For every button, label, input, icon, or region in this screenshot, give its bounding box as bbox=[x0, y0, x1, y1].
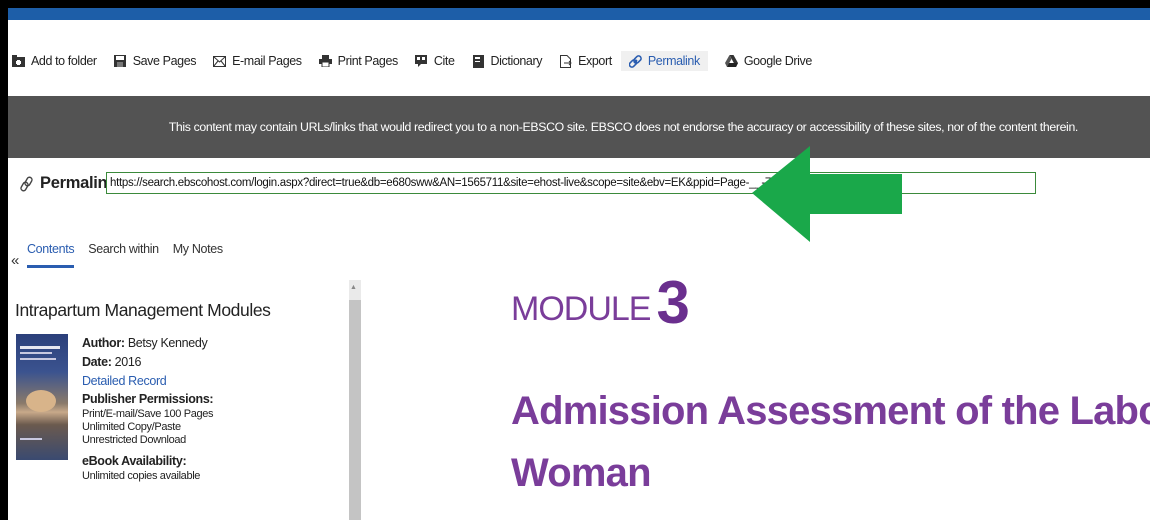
toolbar: Add to folder Save Pages E-mail Pages Pr… bbox=[8, 48, 829, 74]
export-icon bbox=[559, 54, 572, 68]
module-number: 3 bbox=[656, 269, 689, 336]
print-pages-button[interactable]: Print Pages bbox=[318, 54, 399, 68]
scroll-up-arrow-icon[interactable]: ▲ bbox=[350, 284, 357, 291]
tab-search-within[interactable]: Search within bbox=[88, 242, 159, 268]
permalink-button[interactable]: Permalink bbox=[620, 51, 708, 71]
top-brand-bar bbox=[8, 8, 1150, 20]
link-icon bbox=[20, 176, 34, 192]
dictionary-label: Dictionary bbox=[490, 54, 543, 68]
print-pages-label: Print Pages bbox=[337, 54, 399, 68]
sidebar: « Contents Search within My Notes Intrap… bbox=[8, 230, 361, 520]
save-icon bbox=[114, 55, 127, 68]
ebook-viewer: Add to folder Save Pages E-mail Pages Pr… bbox=[8, 8, 1150, 520]
author-value: Betsy Kennedy bbox=[127, 336, 208, 350]
export-button[interactable]: Export bbox=[559, 54, 612, 68]
ebook-page-content: MODULE3 Admission Assessment of the Labo… bbox=[363, 230, 1150, 520]
dictionary-button[interactable]: Dictionary bbox=[472, 54, 543, 68]
email-pages-button[interactable]: E-mail Pages bbox=[213, 54, 302, 68]
module-label: MODULE bbox=[511, 290, 651, 328]
ebook-availability-label: eBook Availability: bbox=[82, 454, 187, 468]
chapter-title: Admission Assessment of the Laboring Wom… bbox=[511, 380, 1150, 504]
external-link-notice: This content may contain URLs/links that… bbox=[8, 96, 1150, 158]
tab-contents[interactable]: Contents bbox=[27, 242, 75, 268]
google-drive-button[interactable]: Google Drive bbox=[724, 54, 813, 68]
dictionary-icon bbox=[472, 54, 485, 68]
permission-item: Unlimited Copy/Paste bbox=[82, 421, 181, 433]
export-label: Export bbox=[578, 54, 612, 68]
sidebar-scrollbar-thumb[interactable] bbox=[349, 300, 361, 520]
permission-item: Print/E-mail/Save 100 Pages bbox=[82, 408, 214, 420]
book-cover-image[interactable] bbox=[16, 334, 68, 460]
module-heading: MODULE 3 bbox=[511, 268, 690, 337]
cite-label: Cite bbox=[433, 54, 455, 68]
cite-button[interactable]: Cite bbox=[415, 54, 455, 68]
collapse-sidebar-button[interactable]: « bbox=[11, 252, 19, 269]
chapter-title-line: Admission Assessment of the Laboring bbox=[511, 389, 1150, 433]
save-pages-button[interactable]: Save Pages bbox=[114, 54, 197, 68]
detailed-record-link[interactable]: Detailed Record bbox=[82, 372, 332, 391]
google-drive-label: Google Drive bbox=[743, 54, 813, 68]
cite-icon bbox=[415, 55, 428, 68]
chapter-title-line: Woman bbox=[511, 451, 652, 495]
publisher-permissions-label: Publisher Permissions: bbox=[82, 392, 214, 406]
sidebar-tabs: Contents Search within My Notes bbox=[27, 242, 237, 268]
folder-icon bbox=[12, 55, 25, 68]
date-value: 2016 bbox=[114, 355, 142, 369]
add-to-folder-button[interactable]: Add to folder bbox=[12, 54, 97, 68]
book-title: Intrapartum Management Modules bbox=[15, 300, 271, 320]
notice-text: This content may contain URLs/links that… bbox=[168, 120, 1079, 134]
permission-item: Unrestricted Download bbox=[82, 434, 186, 446]
permalink-toolbar-label: Permalink bbox=[647, 54, 700, 68]
email-icon bbox=[213, 55, 227, 68]
save-pages-label: Save Pages bbox=[132, 54, 197, 68]
ebook-availability-value: Unlimited copies available bbox=[82, 470, 201, 482]
print-icon bbox=[318, 55, 332, 68]
permalink-panel: Permalink bbox=[8, 158, 1150, 230]
book-metadata: Author: Betsy Kennedy Date: 2016 Detaile… bbox=[82, 334, 332, 483]
date-label: Date: bbox=[82, 355, 112, 369]
tab-my-notes[interactable]: My Notes bbox=[173, 242, 223, 268]
link-icon bbox=[628, 54, 642, 68]
add-to-folder-label: Add to folder bbox=[31, 54, 97, 68]
date-row: Date: 2016 bbox=[82, 353, 332, 372]
author-label: Author: bbox=[82, 336, 125, 350]
google-drive-icon bbox=[724, 55, 738, 68]
email-pages-label: E-mail Pages bbox=[232, 54, 302, 68]
author-row: Author: Betsy Kennedy bbox=[82, 334, 332, 353]
permalink-label: Permalink bbox=[40, 174, 117, 192]
green-arrow-annotation bbox=[752, 146, 902, 242]
